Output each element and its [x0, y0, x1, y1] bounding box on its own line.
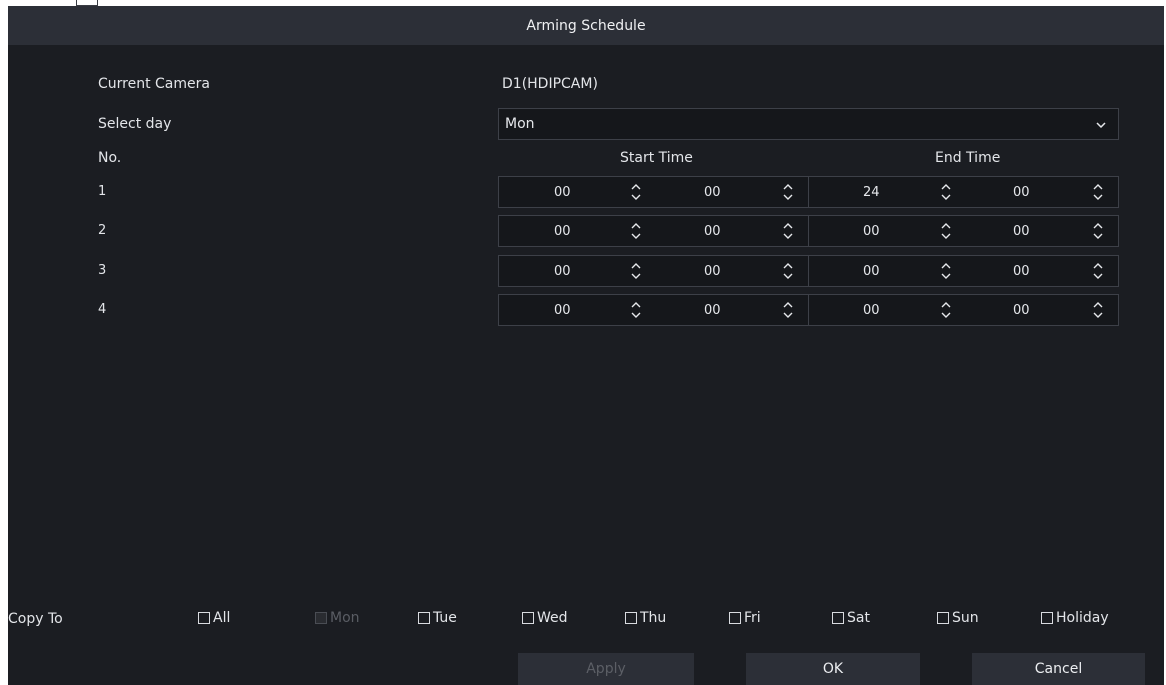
- end-minute-field[interactable]: 00: [1013, 256, 1030, 286]
- start-end-divider: [808, 295, 809, 325]
- spinner-up-down-icon[interactable]: [1091, 182, 1105, 202]
- end-minute-field[interactable]: 00: [1013, 295, 1030, 325]
- spinner-up-down-icon[interactable]: [939, 300, 953, 320]
- checkbox-label: Sun: [952, 610, 979, 626]
- end-hour-field[interactable]: 00: [863, 256, 880, 286]
- checkbox-square: [198, 612, 210, 624]
- copy-to-checkbox-sun[interactable]: Sun: [937, 610, 979, 626]
- start-end-divider: [808, 256, 809, 286]
- start-end-divider: [808, 216, 809, 246]
- spinner-up-down-icon[interactable]: [939, 261, 953, 281]
- spinner-up-down-icon[interactable]: [781, 221, 795, 241]
- no-column-header: No.: [98, 150, 122, 166]
- checkbox-label: Tue: [433, 610, 457, 626]
- arming-schedule-dialog: Arming Schedule Current Camera D1(HDIPCA…: [8, 6, 1164, 685]
- start-minute-field[interactable]: 00: [704, 256, 721, 286]
- checkbox-square: [1041, 612, 1053, 624]
- end-time-header: End Time: [935, 150, 1001, 166]
- start-minute-field[interactable]: 00: [704, 295, 721, 325]
- copy-to-checkbox-mon: Mon: [315, 610, 360, 626]
- checkbox-square: [522, 612, 534, 624]
- copy-to-checkbox-wed[interactable]: Wed: [522, 610, 568, 626]
- row-number: 3: [98, 263, 107, 278]
- start-hour-field[interactable]: 00: [554, 256, 571, 286]
- start-minute-field[interactable]: 00: [704, 177, 721, 207]
- checkbox-label: Sat: [847, 610, 870, 626]
- row-number: 2: [98, 223, 107, 238]
- checkbox-square: [832, 612, 844, 624]
- checkbox-label: All: [213, 610, 231, 626]
- end-hour-field[interactable]: 00: [863, 295, 880, 325]
- copy-to-checkbox-sat[interactable]: Sat: [832, 610, 870, 626]
- select-day-value: Mon: [505, 116, 535, 132]
- row-number: 4: [98, 302, 107, 317]
- spinner-up-down-icon[interactable]: [629, 182, 643, 202]
- end-hour-field[interactable]: 00: [863, 216, 880, 246]
- checkbox-label: Holiday: [1056, 610, 1109, 626]
- schedule-row-1: 00 00 24 00: [498, 176, 1119, 208]
- schedule-row-4: 00 00 00 00: [498, 294, 1119, 326]
- spinner-up-down-icon[interactable]: [939, 182, 953, 202]
- spinner-up-down-icon[interactable]: [1091, 300, 1105, 320]
- checkbox-square: [418, 612, 430, 624]
- ok-button[interactable]: OK: [746, 653, 920, 685]
- schedule-row-3: 00 00 00 00: [498, 255, 1119, 287]
- spinner-up-down-icon[interactable]: [1091, 221, 1105, 241]
- select-day-label: Select day: [98, 116, 172, 132]
- spinner-up-down-icon[interactable]: [781, 261, 795, 281]
- start-minute-field[interactable]: 00: [704, 216, 721, 246]
- copy-to-checkbox-all[interactable]: All: [198, 610, 230, 626]
- checkbox-label: Thu: [640, 610, 667, 626]
- row-number: 1: [98, 184, 107, 199]
- start-end-divider: [808, 177, 809, 207]
- current-camera-label: Current Camera: [98, 76, 210, 92]
- chevron-down-icon: [1096, 122, 1106, 129]
- end-hour-field[interactable]: 24: [863, 177, 880, 207]
- spinner-up-down-icon[interactable]: [629, 261, 643, 281]
- end-minute-field[interactable]: 00: [1013, 216, 1030, 246]
- cancel-button[interactable]: Cancel: [972, 653, 1145, 685]
- current-camera-value: D1(HDIPCAM): [502, 76, 598, 92]
- apply-button[interactable]: Apply: [518, 653, 694, 685]
- spinner-up-down-icon[interactable]: [629, 221, 643, 241]
- spinner-up-down-icon[interactable]: [1091, 261, 1105, 281]
- start-hour-field[interactable]: 00: [554, 177, 571, 207]
- schedule-row-2: 00 00 00 00: [498, 215, 1119, 247]
- start-time-header: Start Time: [620, 150, 693, 166]
- copy-to-checkbox-tue[interactable]: Tue: [418, 610, 457, 626]
- spinner-up-down-icon[interactable]: [939, 221, 953, 241]
- checkbox-square: [315, 612, 327, 624]
- start-hour-field[interactable]: 00: [554, 295, 571, 325]
- checkbox-label: Fri: [744, 610, 761, 626]
- copy-to-checkbox-holiday[interactable]: Holiday: [1041, 610, 1109, 626]
- checkbox-square: [729, 612, 741, 624]
- dialog-title: Arming Schedule: [8, 6, 1164, 45]
- copy-to-label: Copy To: [8, 611, 63, 627]
- checkbox-square: [625, 612, 637, 624]
- spinner-up-down-icon[interactable]: [629, 300, 643, 320]
- copy-to-checkbox-fri[interactable]: Fri: [729, 610, 761, 626]
- select-day-dropdown[interactable]: Mon: [498, 108, 1119, 140]
- start-hour-field[interactable]: 00: [554, 216, 571, 246]
- spinner-up-down-icon[interactable]: [781, 182, 795, 202]
- spinner-up-down-icon[interactable]: [781, 300, 795, 320]
- checkbox-square: [937, 612, 949, 624]
- copy-to-checkbox-thu[interactable]: Thu: [625, 610, 666, 626]
- checkbox-label: Wed: [537, 610, 568, 626]
- checkbox-label: Mon: [330, 610, 360, 626]
- end-minute-field[interactable]: 00: [1013, 177, 1030, 207]
